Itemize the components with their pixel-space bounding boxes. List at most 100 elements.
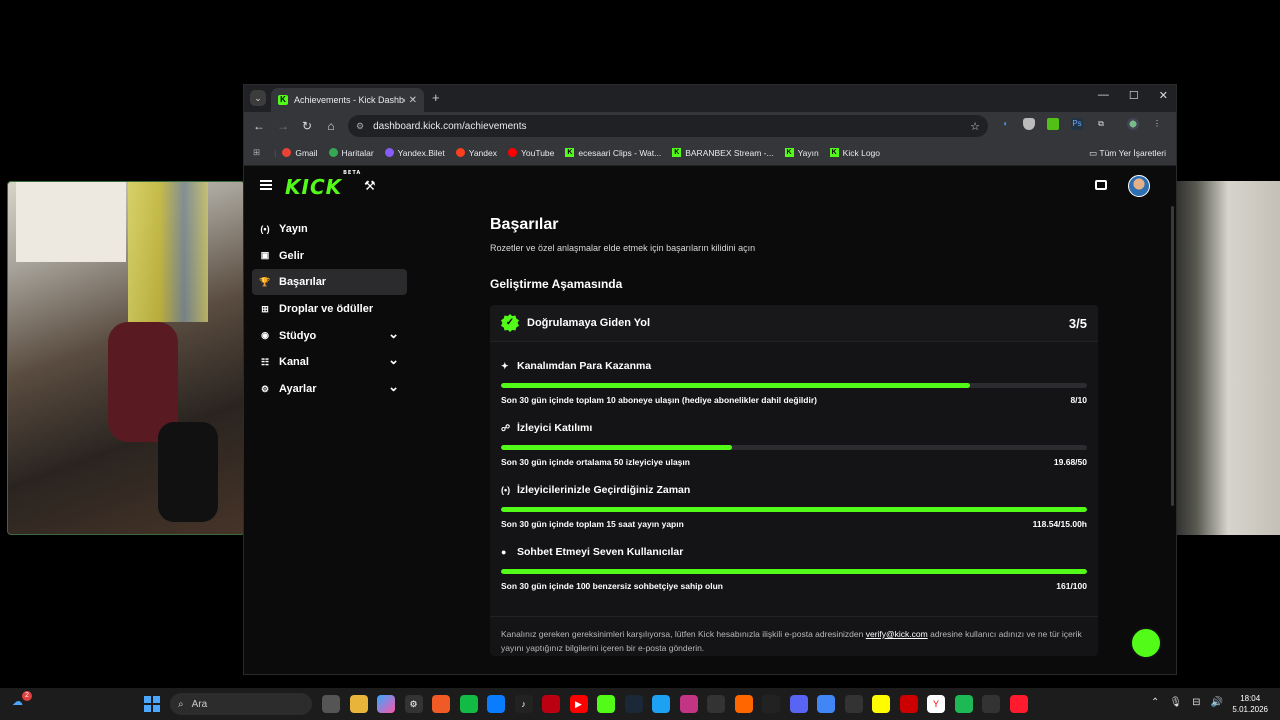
extension-shield-icon[interactable] — [1023, 118, 1035, 130]
snapchat-icon[interactable] — [872, 695, 890, 713]
sidebar-item[interactable]: ▣ Gelir — [252, 243, 407, 269]
clock-date: 5.01.2026 — [1232, 705, 1268, 714]
steam-icon[interactable] — [624, 695, 643, 713]
red-app-icon[interactable] — [542, 695, 560, 713]
microphone-icon[interactable]: 🎙 — [1169, 697, 1182, 708]
creator-tools-icon[interactable]: ⚒ — [364, 178, 376, 194]
volume-icon[interactable]: 🔊 — [1210, 697, 1222, 708]
kick-logo[interactable]: KICKBETA — [285, 170, 360, 199]
browser-tab-active[interactable]: K Achievements - Kick Dashboard ✕ — [271, 88, 424, 112]
file-explorer-icon[interactable] — [349, 695, 368, 713]
page-title: Başarılar — [490, 216, 559, 233]
address-bar[interactable]: ⚙ dashboard.kick.com/achievements ☆ — [348, 115, 988, 137]
card-header[interactable]: ✓ Doğrulamaya Giden Yol 3/5 — [490, 305, 1098, 341]
instagram-icon[interactable] — [679, 695, 698, 713]
tab-search-dropdown[interactable]: ⌄ — [250, 90, 266, 106]
new-tab-button[interactable]: + — [432, 90, 440, 105]
terminal-icon[interactable] — [982, 695, 1000, 713]
back-arrow-icon[interactable]: ← — [247, 119, 271, 133]
edge-icon[interactable] — [459, 695, 478, 713]
all-bookmarks-folder[interactable]: ▭ Tüm Yer İşaretleri — [1089, 148, 1166, 159]
bookmark-item[interactable]: Yandex.Bilet — [384, 148, 445, 158]
extension-audio-icon[interactable]: ◖ — [999, 118, 1011, 130]
mcafee-icon[interactable] — [899, 695, 918, 713]
bookmark-item[interactable]: Kecesaari Clips - Wat... — [565, 148, 661, 158]
opera-icon[interactable] — [1009, 695, 1028, 713]
edge-browser-icon[interactable] — [487, 695, 505, 713]
profile-avatar-icon[interactable] — [1127, 118, 1139, 130]
sidebar-item[interactable]: ◉ Stüdyo ⌄ — [252, 323, 407, 349]
bookmark-item[interactable]: YouTube — [507, 148, 554, 158]
card-progress-count: 3/5 — [1068, 315, 1087, 331]
weather-widget-icon[interactable]: ☁ 2 — [12, 691, 32, 711]
spotify-icon[interactable] — [954, 695, 973, 713]
sidebar-item[interactable]: ⚙ Ayarlar ⌄ — [252, 376, 407, 402]
bookmark-item[interactable]: Yandex — [455, 147, 497, 158]
drops-gift-icon[interactable] — [1095, 180, 1107, 190]
taskbar-search-box[interactable]: ⌕ Ara — [170, 693, 312, 715]
copilot-icon[interactable] — [377, 695, 395, 713]
kick-app-icon[interactable] — [597, 695, 615, 713]
bookmark-label: Yandex — [468, 147, 497, 158]
achievement-item: ● Sohbet Etmeyi Seven Kullanıcılar Son 30 … — [501, 546, 1087, 591]
forward-arrow-icon[interactable]: → — [271, 119, 295, 133]
apps-grid-icon[interactable]: ⊞ — [253, 147, 260, 158]
bookmark-item[interactable]: K Yayın — [784, 148, 819, 158]
close-window-icon[interactable]: ✕ — [1159, 89, 1168, 102]
extension-ps-icon[interactable]: Ps — [1071, 118, 1083, 130]
settings-app-icon[interactable]: ⚙ — [404, 695, 423, 713]
obs-icon[interactable] — [844, 695, 863, 713]
chevron-down-icon[interactable]: ⌄ — [388, 379, 399, 395]
progress-bar — [501, 507, 1087, 512]
gauge-app-icon[interactable] — [707, 695, 725, 713]
bookmark-item[interactable]: K Kick Logo — [829, 148, 880, 158]
section-title: Geliştirme Aşamasında — [490, 277, 623, 291]
minimize-icon[interactable]: — — [1098, 89, 1109, 102]
sidebar-item[interactable]: 🏆 Başarılar — [252, 269, 407, 296]
page-subtitle: Rozetler ve özel anlaşmalar elde etmek i… — [490, 243, 756, 253]
bookmark-item[interactable]: Haritalar — [328, 148, 374, 158]
site-settings-icon[interactable]: ⚙ — [356, 121, 364, 132]
reload-icon[interactable]: ↻ — [295, 119, 319, 133]
browser-menu-icon[interactable]: ⋮ — [1151, 118, 1163, 130]
chat-icon: ● — [501, 547, 507, 557]
tiktok-icon[interactable]: ♪ — [514, 695, 533, 713]
start-button-icon[interactable] — [144, 696, 160, 712]
sidebar-item[interactable]: ⊞ Droplar ve ödüller — [252, 296, 407, 322]
viewers-icon: ☍ — [501, 422, 511, 433]
extensions-area: ◖ Ps ⧉ ⋮ — [999, 118, 1163, 130]
tab-close-icon[interactable]: ✕ — [409, 95, 417, 106]
maximize-icon[interactable]: ☐ — [1129, 89, 1139, 102]
hamburger-menu-icon[interactable] — [260, 180, 272, 190]
epic-games-icon[interactable] — [762, 695, 780, 713]
youtube-app-icon[interactable]: ▶ — [569, 695, 588, 713]
bookmark-item[interactable]: K BARANBEX Stream -... — [672, 148, 774, 158]
verify-email-link[interactable]: verify@kick.com — [866, 629, 928, 639]
sidebar-item[interactable]: ☷ Kanal ⌄ — [252, 349, 407, 375]
home-icon[interactable]: ⌂ — [319, 119, 343, 133]
progress-bar — [501, 383, 1087, 388]
user-avatar[interactable] — [1128, 175, 1150, 197]
scrollbar-thumb[interactable] — [1171, 206, 1174, 506]
yandex-app-icon[interactable]: Y — [927, 695, 945, 713]
chevron-down-icon[interactable]: ⌄ — [388, 326, 399, 342]
network-icon[interactable]: ⊟ — [1192, 697, 1200, 708]
chrome-icon[interactable] — [817, 695, 835, 713]
chevron-down-icon[interactable]: ⌄ — [388, 352, 399, 368]
task-view-icon[interactable] — [322, 695, 340, 713]
bookmark-item[interactable]: Gmail — [282, 148, 318, 158]
soundcloud-icon[interactable] — [734, 695, 753, 713]
brave-icon[interactable] — [432, 695, 450, 713]
taskbar-clock[interactable]: 18:04 5.01.2026 — [1232, 693, 1268, 715]
twitter-icon[interactable] — [652, 695, 670, 713]
achievement-title-row: ✦ Kanalımdan Para Kazanma — [501, 360, 1087, 372]
extensions-puzzle-icon[interactable]: ⧉ — [1095, 118, 1107, 130]
all-bookmarks-label: Tüm Yer İşaretleri — [1099, 148, 1166, 158]
page-scrollbar[interactable] — [1171, 206, 1176, 506]
extension-green-icon[interactable] — [1047, 118, 1059, 130]
sidebar-item[interactable]: (•) Yayın — [252, 216, 407, 242]
window-controls: — ☐ ✕ — [1098, 89, 1168, 102]
tray-chevron-icon[interactable]: ⌃ — [1151, 697, 1159, 708]
discord-icon[interactable] — [789, 695, 808, 713]
bookmark-star-icon[interactable]: ☆ — [970, 120, 980, 133]
